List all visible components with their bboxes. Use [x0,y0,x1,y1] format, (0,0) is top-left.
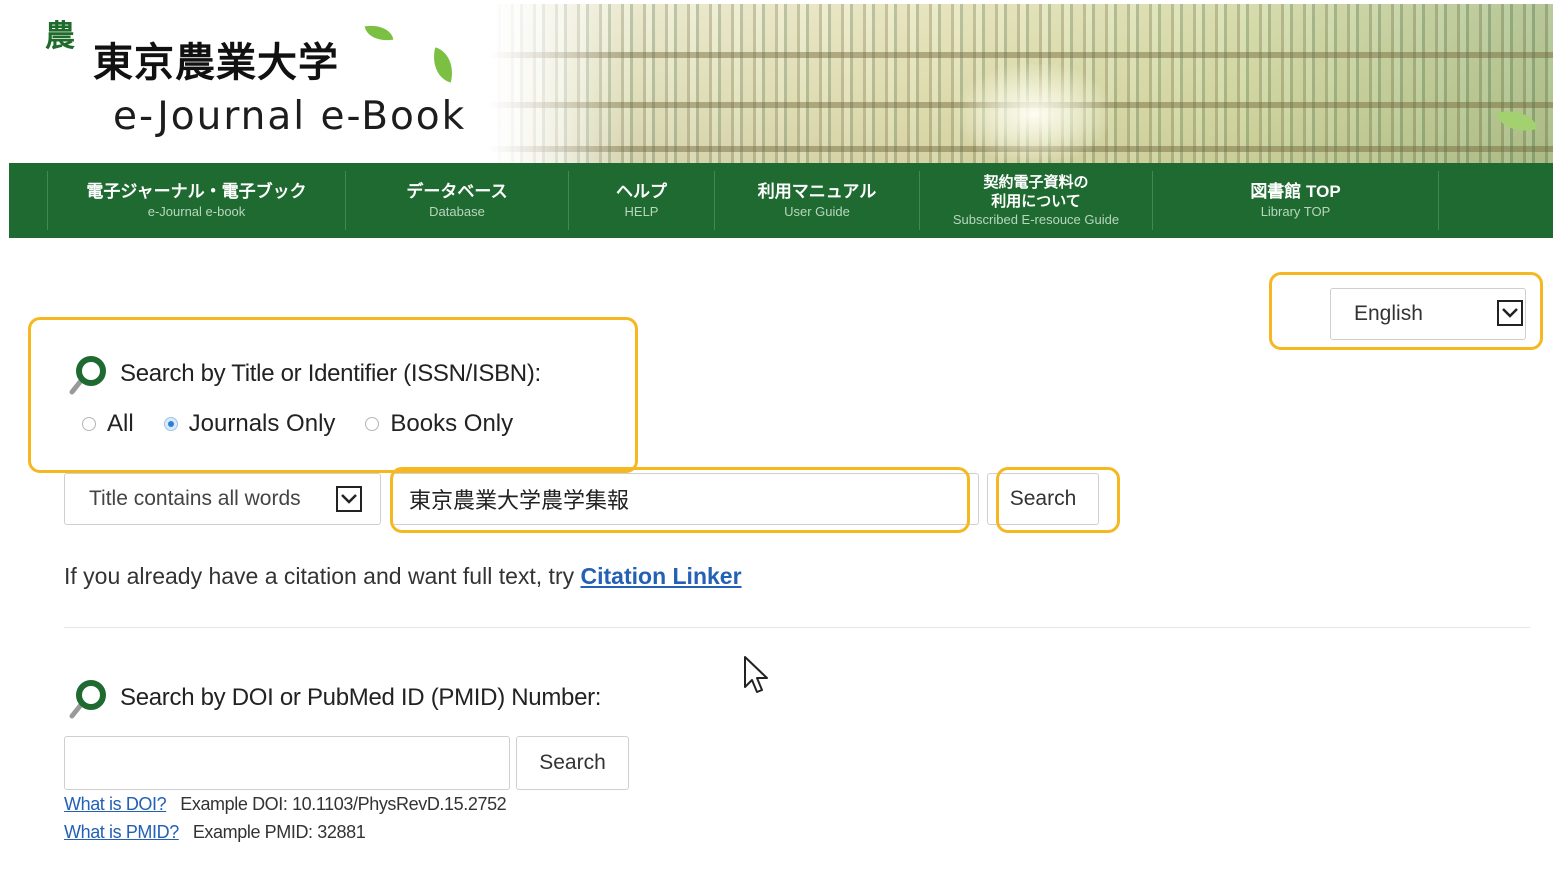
nav-item-help[interactable]: ヘルプ HELP [569,163,714,238]
radio-all[interactable]: All [82,410,134,438]
university-logo-mark: 農 [45,19,75,54]
nav-item-label: 図書館 TOP [1250,182,1341,201]
doi-pmid-input[interactable] [64,736,510,790]
what-is-pmid-link[interactable]: What is PMID? [64,822,179,842]
radio-button[interactable] [365,417,380,431]
nav-item-label: データベース [406,182,508,201]
citation-linker-prompt: If you already have a citation and want … [64,563,581,589]
magnifier-icon [68,676,112,720]
radio-label: Journals Only [188,410,336,437]
pmid-help-line: What is PMID? Example PMID: 32881 [64,822,366,843]
nav-item-label: 利用マニュアル [757,182,877,201]
nav-item-sublabel: HELP [624,204,659,219]
title-search-button[interactable]: Search [987,473,1099,525]
nav-item-label: ヘルプ [616,182,667,201]
radio-button[interactable] [82,417,96,431]
library-bookshelf-banner [489,4,1553,163]
radio-books-only[interactable]: Books Only [365,410,513,438]
match-type-value: Title contains all words [89,487,301,510]
site-title: e-Journal e-Book [113,94,467,139]
nav-item-ejournal-ebook[interactable]: 電子ジャーナル・電子ブック e-Journal e-book [48,163,345,238]
nav-item-user-guide[interactable]: 利用マニュアル User Guide [715,163,919,238]
pmid-example: Example PMID: 32881 [192,822,366,842]
title-search-input-value: 東京農業大学農学集報 [409,488,630,513]
search-type-radio-group: All Journals Only Books Only [82,410,543,438]
chevron-down-icon [1497,300,1523,326]
doi-example: Example DOI: 10.1103/PhysRevD.15.2752 [180,794,507,814]
university-name: 東京農業大学 [93,39,339,86]
what-is-doi-link[interactable]: What is DOI? [64,794,167,814]
leaf-icon [427,47,459,83]
nav-item-database[interactable]: データベース Database [346,163,568,238]
doi-search-button[interactable]: Search [516,736,629,790]
radio-button-selected[interactable] [163,417,178,431]
citation-linker-text: If you already have a citation and want … [64,563,742,590]
language-select-value: English [1354,302,1423,325]
radio-journals-only[interactable]: Journals Only [163,410,336,438]
nav-item-sublabel: Subscribed E-resouce Guide [952,212,1120,227]
title-search-heading: Search by Title or Identifier (ISSN/ISBN… [68,352,541,396]
doi-search-heading: Search by DOI or PubMed ID (PMID) Number… [68,676,601,720]
chevron-down-icon [336,486,362,512]
match-type-select[interactable]: Title contains all words [64,473,381,525]
section-divider [64,627,1530,628]
nav-item-sublabel: Library TOP [1260,204,1331,219]
nav-item-sublabel: Database [429,204,485,219]
doi-search-heading-text: Search by DOI or PubMed ID (PMID) Number… [120,684,602,711]
title-search-heading-text: Search by Title or Identifier (ISSN/ISBN… [120,360,541,387]
doi-help-line: What is DOI? Example DOI: 10.1103/PhysRev… [64,794,507,815]
radio-label: Books Only [390,410,514,437]
nav-item-library-top[interactable]: 図書館 TOP Library TOP [1153,163,1438,238]
main-nav: 電子ジャーナル・電子ブック e-Journal e-book データベース Da… [9,163,1553,238]
mouse-pointer-icon [744,656,768,693]
nav-item-label-line2: 利用について [991,193,1081,210]
nav-item-label-line1: 契約電子資料の [983,174,1089,191]
citation-linker-link[interactable]: Citation Linker [581,563,742,589]
site-header: 農 東京農業大学 e-Journal e-Book [9,0,1553,163]
magnifier-icon [68,352,112,396]
language-select[interactable]: English [1330,288,1526,340]
radio-label: All [107,410,134,437]
nav-item-sublabel: User Guide [784,204,850,219]
nav-item-sublabel: e-Journal e-book [147,204,246,219]
nav-item-label: 電子ジャーナル・電子ブック [86,182,307,201]
leaf-icon [364,21,394,45]
nav-item-subscribed-eresource-guide[interactable]: 契約電子資料の 利用について Subscribed E-resouce Guid… [920,163,1152,238]
title-search-input[interactable]: 東京農業大学農学集報 [391,473,979,525]
